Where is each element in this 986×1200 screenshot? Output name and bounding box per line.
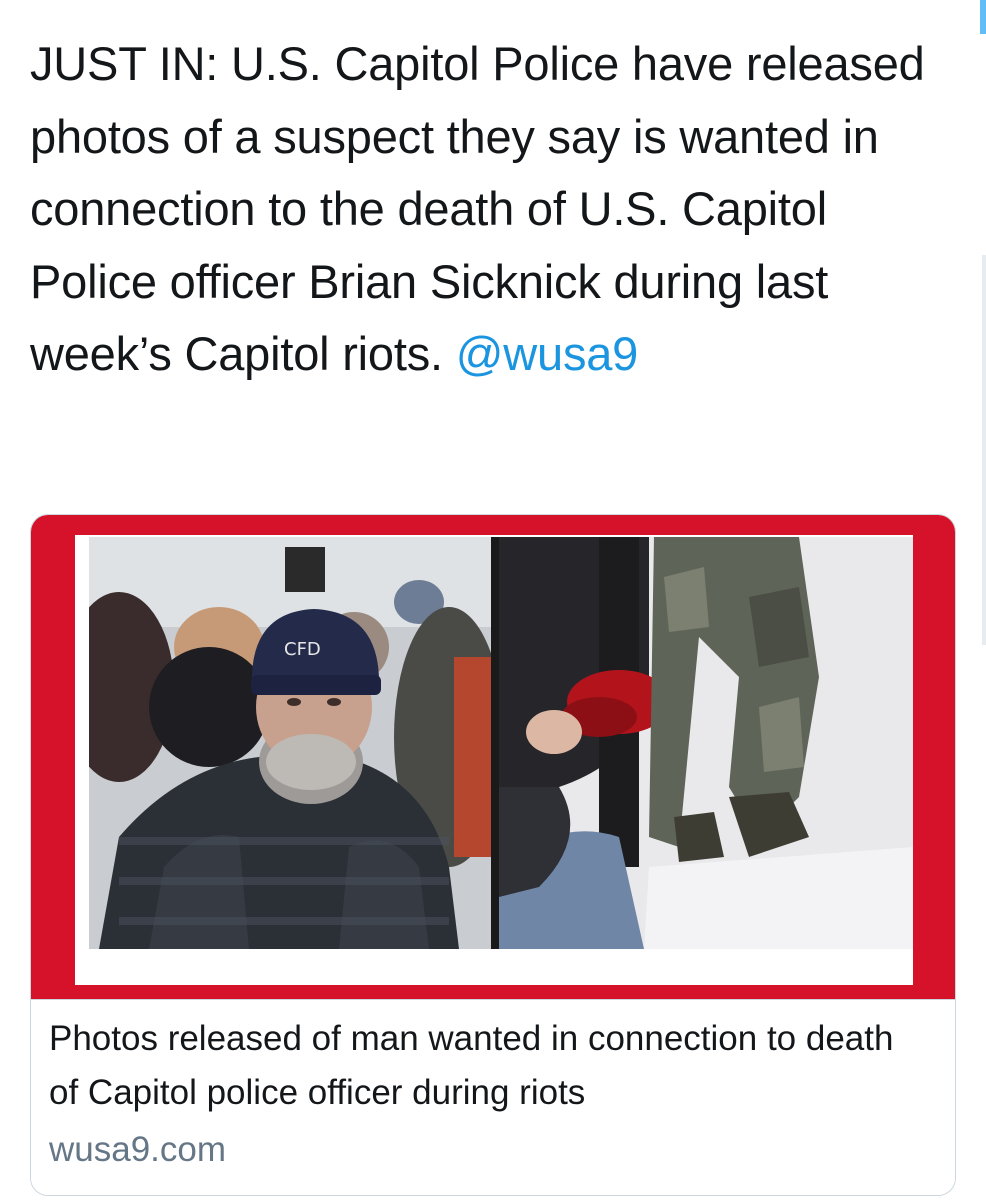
- scroll-indicator[interactable]: [980, 0, 986, 34]
- card-image[interactable]: CFD: [31, 515, 955, 999]
- tweet-text: JUST IN: U.S. Capitol Police have releas…: [30, 28, 950, 391]
- card-body[interactable]: Photos released of man wanted in connect…: [31, 999, 955, 1195]
- link-card[interactable]: CFD Photos released of man wanted in con…: [30, 514, 956, 1196]
- card-title[interactable]: Photos released of man wanted in connect…: [49, 1012, 929, 1120]
- suspect-photo-right: [499, 537, 913, 949]
- suspect-photo-left: CFD: [89, 537, 491, 949]
- card-domain: wusa9.com: [49, 1130, 227, 1169]
- scrollbar-track[interactable]: [982, 255, 986, 645]
- mention-link[interactable]: @wusa9: [456, 327, 639, 380]
- photo-divider: [491, 537, 499, 949]
- beanie-label: CFD: [284, 639, 321, 660]
